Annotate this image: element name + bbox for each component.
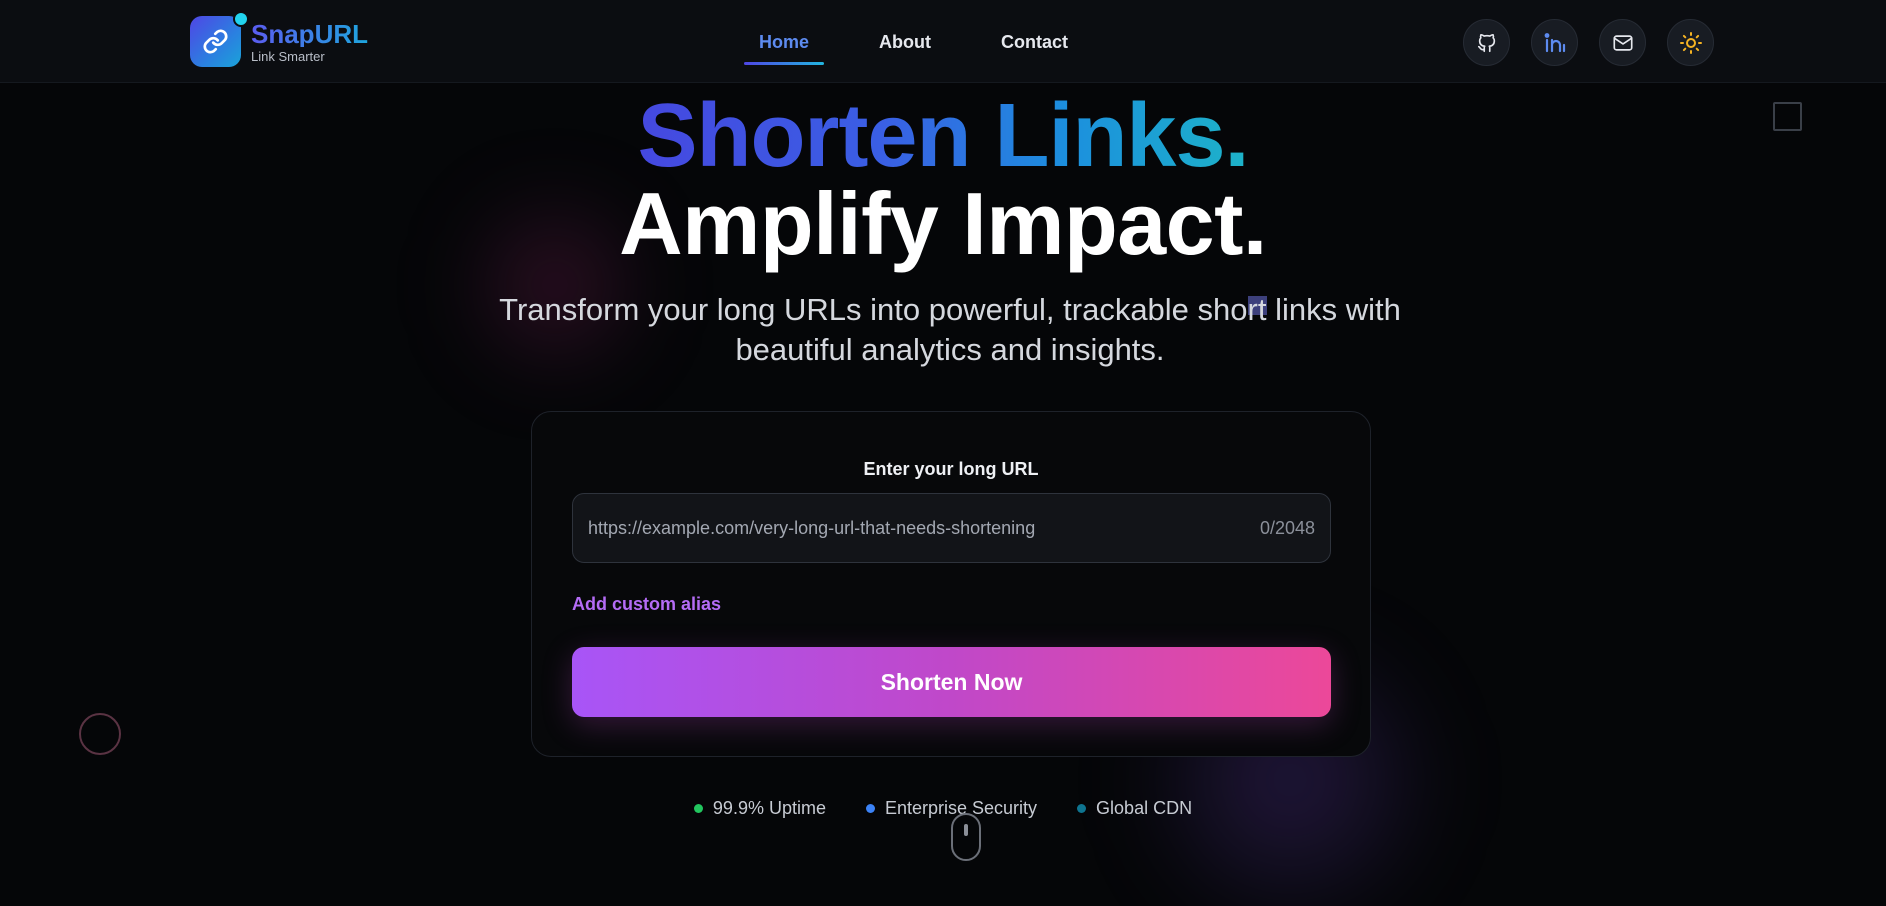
main-nav: Home About Contact [744, 24, 1083, 65]
github-icon [1477, 33, 1495, 52]
url-input[interactable] [588, 517, 1260, 539]
mail-button[interactable] [1599, 19, 1646, 66]
github-button[interactable] [1463, 19, 1510, 66]
scroll-indicator-icon[interactable] [951, 813, 981, 861]
nav-contact[interactable]: Contact [986, 24, 1083, 63]
brand-name: SnapURL [251, 18, 368, 49]
status-dot [1077, 804, 1087, 813]
feature-label: Global CDN [1096, 798, 1193, 818]
shorten-now-button[interactable]: Shorten Now [572, 647, 1331, 717]
status-dot [865, 804, 875, 813]
linkedin-icon [1544, 32, 1565, 52]
brand-tagline: Link Smarter [251, 48, 325, 64]
feature-list: 99.9% Uptime Enterprise Security Global … [0, 798, 1886, 819]
navbar: SnapURL Link Smarter Home About Contact [0, 0, 1886, 83]
url-field-label: Enter your long URL [863, 459, 1039, 479]
add-custom-alias-link[interactable]: Add custom alias [572, 594, 721, 615]
header-actions [1463, 19, 1714, 66]
theme-toggle-button[interactable] [1667, 19, 1714, 66]
feature-item: Global CDN [1077, 798, 1192, 819]
linkedin-button[interactable] [1531, 19, 1578, 66]
url-input-wrapper[interactable]: 0/2048 [572, 493, 1331, 563]
nav-home[interactable]: Home [744, 24, 825, 65]
mail-icon [1612, 34, 1633, 51]
brand[interactable]: SnapURL Link Smarter [190, 11, 368, 67]
decorative-circle [79, 713, 121, 755]
status-dot [693, 804, 703, 813]
shorten-form-card: Enter your long URL 0/2048 Add custom al… [531, 411, 1371, 757]
hero-description: Transform your long URLs into powerful, … [499, 292, 1401, 367]
feature-item: 99.9% Uptime [693, 798, 826, 819]
status-dot [233, 11, 249, 27]
link-logo-icon [190, 11, 249, 67]
nav-about[interactable]: About [864, 24, 946, 63]
hero-subheadline: Amplify Impact. [619, 174, 1267, 273]
sun-icon [1679, 31, 1702, 54]
hero-headline-gradient: Shorten Links. [637, 86, 1249, 186]
feature-item: Enterprise Security [865, 798, 1037, 819]
feature-label: 99.9% Uptime [712, 798, 826, 818]
character-counter: 0/2048 [1259, 517, 1315, 538]
hero-headline: Shorten Links. [0, 88, 1886, 184]
